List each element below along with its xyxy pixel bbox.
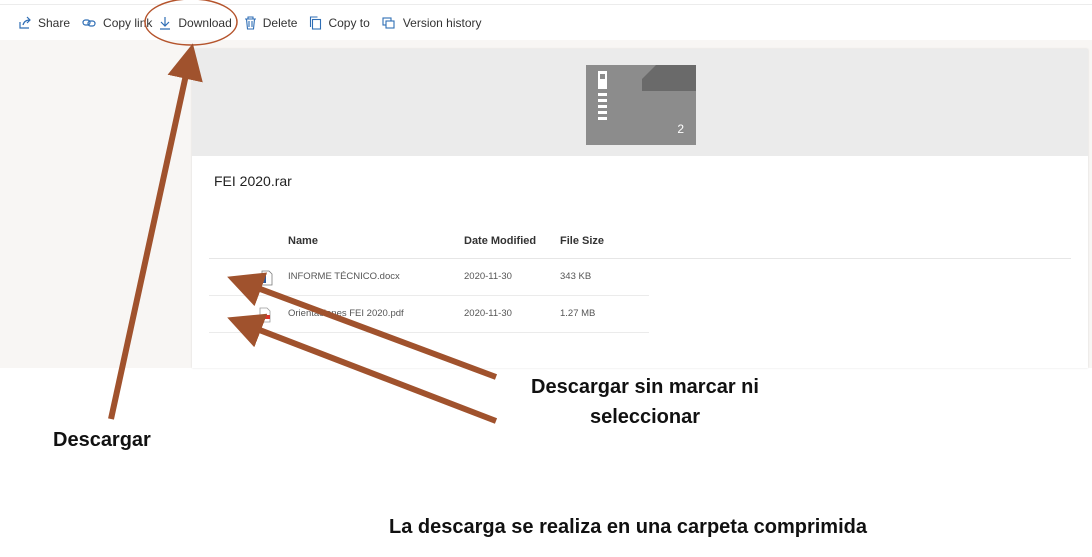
table-header: Name Date Modified File Size xyxy=(209,234,1071,259)
share-icon xyxy=(19,16,31,29)
file-date: 2020-11-30 xyxy=(464,271,512,282)
item-count: 2 xyxy=(677,122,684,136)
share-label: Share xyxy=(38,16,71,30)
version-history-icon xyxy=(382,17,395,29)
trash-icon xyxy=(244,16,256,30)
annotation-sin-marcar-line2: seleccionar xyxy=(589,406,701,428)
annotation-descargar: Descargar xyxy=(53,429,151,451)
share-button[interactable]: Share xyxy=(18,7,70,39)
annotation-sin-marcar: Descargar sin marcar ni seleccionar xyxy=(525,372,765,432)
zip-folder-icon: 2 xyxy=(586,65,696,145)
download-button[interactable]: Download xyxy=(158,7,232,39)
table-row[interactable]: Orientaciones FEI 2020.pdf 2020-11-30 1.… xyxy=(209,296,649,333)
version-history-label: Version history xyxy=(402,16,482,30)
svg-text:W: W xyxy=(259,278,265,284)
preview-banner: 2 xyxy=(192,49,1088,156)
download-icon xyxy=(160,17,171,30)
top-divider xyxy=(0,4,1092,5)
copy-link-label: Copy link xyxy=(103,16,153,30)
file-size: 1.27 MB xyxy=(560,308,596,319)
column-header-size[interactable]: File Size xyxy=(560,235,604,247)
right-background xyxy=(1088,40,1092,368)
copy-to-button[interactable]: Copy to xyxy=(309,7,370,39)
version-history-button[interactable]: Version history xyxy=(382,7,482,39)
download-label: Download xyxy=(178,16,232,30)
file-name[interactable]: Orientaciones FEI 2020.pdf xyxy=(288,308,404,319)
top-background xyxy=(192,40,1088,49)
file-preview-panel: 2 FEI 2020.rar Name Date Modified File S… xyxy=(192,49,1088,368)
delete-label: Delete xyxy=(262,16,298,30)
left-background xyxy=(0,40,192,368)
column-header-name[interactable]: Name xyxy=(288,235,318,247)
file-name[interactable]: INFORME TÉCNICO.docx xyxy=(288,271,400,282)
file-size: 343 KB xyxy=(560,271,592,282)
link-icon xyxy=(82,19,96,27)
column-header-date[interactable]: Date Modified xyxy=(464,235,536,247)
pdf-icon xyxy=(259,307,271,323)
copy-icon xyxy=(310,16,322,30)
copy-link-button[interactable]: Copy link xyxy=(82,7,152,39)
table-row[interactable]: W INFORME TÉCNICO.docx 2020-11-30 343 KB xyxy=(209,259,649,296)
annotation-bottom-note: La descarga se realiza en una carpeta co… xyxy=(389,516,867,538)
word-doc-icon: W xyxy=(258,270,273,286)
file-date: 2020-11-30 xyxy=(464,308,512,319)
archive-title: FEI 2020.rar xyxy=(214,173,292,189)
copy-to-label: Copy to xyxy=(328,16,370,30)
delete-button[interactable]: Delete xyxy=(244,7,298,39)
annotation-sin-marcar-line1: Descargar sin marcar ni xyxy=(531,376,759,398)
command-bar: Share Copy link Download Delete Copy to … xyxy=(0,6,1092,40)
